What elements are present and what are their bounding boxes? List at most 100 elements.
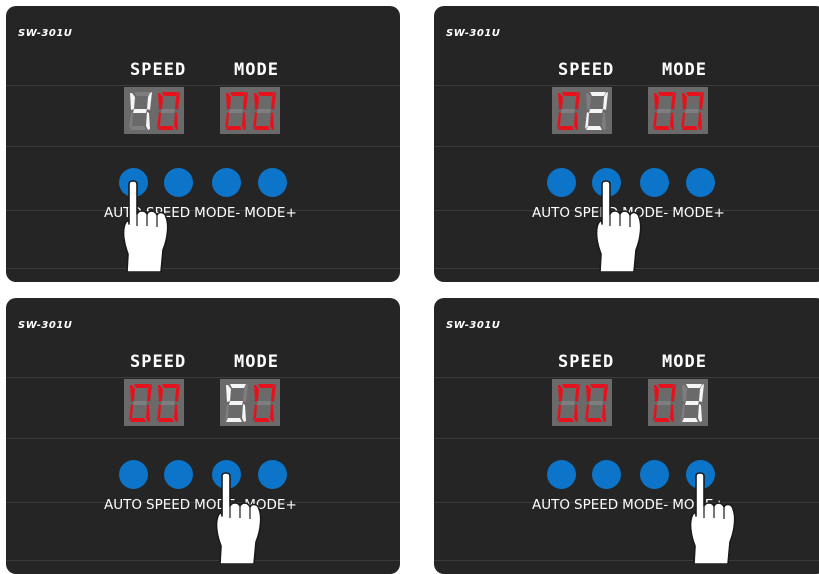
digit-0: [585, 383, 608, 422]
segment: [130, 384, 135, 402]
button-label: MODE-: [194, 205, 241, 221]
segment: [654, 417, 670, 422]
digit-0: [157, 91, 180, 130]
segment: [558, 384, 563, 402]
digit-0: [225, 91, 248, 130]
speed-button[interactable]: [164, 460, 193, 489]
segment: [162, 91, 178, 96]
segment: [589, 108, 603, 113]
auto-button[interactable]: [119, 460, 148, 489]
segment: [158, 417, 174, 422]
segment: [158, 92, 163, 110]
pointing-hand-icon: [688, 472, 744, 565]
segment: [130, 417, 146, 422]
mode-minus-button[interactable]: [212, 168, 241, 197]
speed-label: SPEED: [130, 352, 187, 372]
segment: [258, 91, 274, 96]
segment: [657, 400, 671, 405]
digit-4: [129, 91, 152, 130]
hand-shape: [595, 180, 642, 273]
segment: [562, 383, 578, 388]
speed-label: SPEED: [130, 60, 187, 80]
digit-0: [129, 383, 152, 422]
segment: [146, 111, 150, 130]
mode-display: [220, 87, 280, 134]
segment: [586, 417, 602, 422]
segment: [226, 417, 242, 422]
segment: [158, 125, 174, 130]
segment: [146, 403, 150, 422]
button-label: AUTO: [532, 497, 570, 513]
digit-5: [225, 383, 248, 422]
button-label: MODE-: [622, 497, 669, 513]
digit-0: [253, 91, 276, 130]
auto-button[interactable]: [547, 168, 576, 197]
segment: [574, 111, 578, 130]
pointing-hand-icon: [121, 180, 177, 273]
pointing-hand-icon: [214, 472, 270, 565]
speed-display: [124, 87, 184, 134]
segment: [174, 403, 178, 422]
button-label: SPEED: [146, 497, 191, 513]
segment: [589, 400, 603, 405]
segment: [130, 125, 146, 130]
speed-label: SPEED: [558, 352, 615, 372]
segment: [242, 111, 246, 130]
segment: [654, 384, 659, 402]
segment: [686, 383, 702, 388]
segment: [161, 108, 175, 113]
pointing-hand-icon: [594, 180, 650, 273]
segment: [174, 111, 178, 130]
segment: [654, 92, 659, 110]
segment: [130, 92, 135, 110]
controller-panel-2: SW-301U SPEED MODE AUTO SPEED MODE- MODE+: [434, 6, 819, 282]
segment: [574, 403, 578, 422]
segment: [558, 125, 574, 130]
segment: [258, 383, 274, 388]
segment: [658, 383, 674, 388]
digit-0: [557, 91, 580, 130]
segment: [161, 400, 175, 405]
auto-button[interactable]: [547, 460, 576, 489]
digit-0: [557, 383, 580, 422]
controller-panel-4: SW-301U SPEED MODE AUTOSPEEDMODE-MODE+: [434, 298, 819, 574]
mode-label: MODE: [234, 352, 279, 372]
button-label: SPEED: [574, 497, 619, 513]
button-label: AUTO: [532, 205, 570, 221]
mode-plus-button[interactable]: [258, 168, 287, 197]
segment: [226, 384, 231, 402]
segment: [162, 383, 178, 388]
segment: [657, 108, 671, 113]
segment: [254, 417, 270, 422]
segment: [254, 384, 259, 402]
segment: [134, 91, 150, 96]
digit-0: [681, 91, 704, 130]
segment: [257, 400, 271, 405]
speed-display: [124, 379, 184, 426]
segment: [685, 108, 699, 113]
mode-display: [648, 379, 708, 426]
segment: [230, 383, 246, 388]
segment: [670, 403, 674, 422]
segment: [230, 91, 246, 96]
speed-label: SPEED: [558, 60, 615, 80]
segment: [134, 383, 150, 388]
speed-display: [552, 379, 612, 426]
digit-0: [253, 383, 276, 422]
segment: [561, 108, 575, 113]
mode-display: [648, 87, 708, 134]
segment: [254, 92, 259, 110]
segment: [586, 92, 591, 110]
speed-button[interactable]: [592, 460, 621, 489]
mode-label: MODE: [662, 352, 707, 372]
segment: [254, 125, 270, 130]
mode-minus-button[interactable]: [640, 460, 669, 489]
mode-plus-button[interactable]: [686, 168, 715, 197]
segment: [229, 400, 243, 405]
segment: [561, 400, 575, 405]
segment: [133, 400, 147, 405]
segment: [682, 125, 698, 130]
segment: [658, 91, 674, 96]
model-label: SW-301U: [18, 320, 73, 331]
segment: [270, 111, 274, 130]
